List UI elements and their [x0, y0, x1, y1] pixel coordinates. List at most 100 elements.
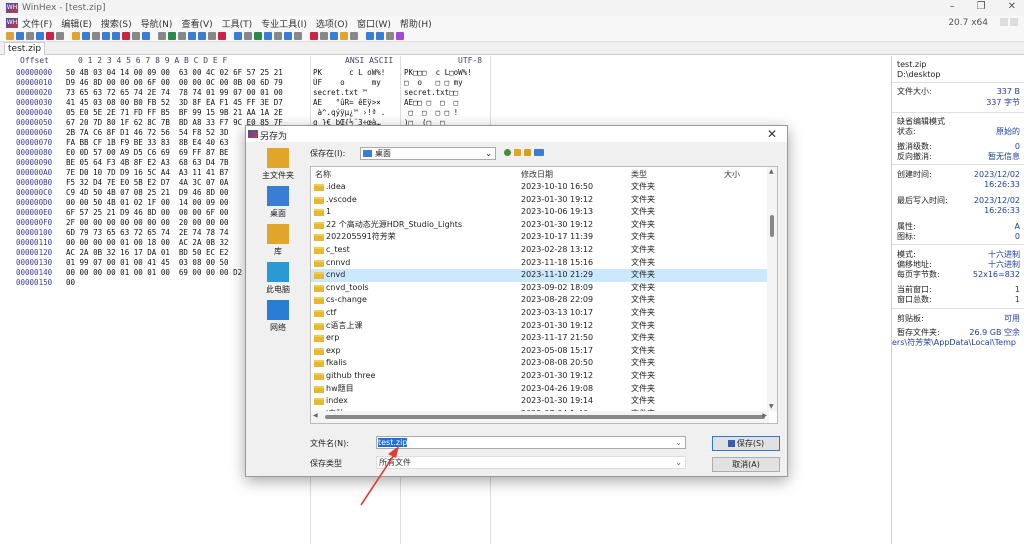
- hex-row-offset[interactable]: 000000E0: [16, 208, 52, 218]
- toolbar-button-icon[interactable]: [168, 31, 176, 40]
- hex-row-bytes[interactable]: D9 46 8D 00 00 00 6F 00 00 00 0C 00 0B 0…: [66, 78, 283, 88]
- hex-row-ansi[interactable]: PK c L oW%!: [313, 68, 385, 78]
- view-menu-icon[interactable]: [534, 149, 544, 156]
- hex-row-offset[interactable]: 00000010: [16, 78, 52, 88]
- toolbar-button-icon[interactable]: [208, 31, 216, 40]
- file-row[interactable]: fkalis 2023-08-08 20:50 文件夹: [311, 357, 767, 370]
- toolbar-button-icon[interactable]: [6, 31, 14, 40]
- menu-edit[interactable]: 编辑(E): [61, 17, 92, 30]
- toolbar-button-icon[interactable]: [234, 31, 242, 40]
- hex-row-offset[interactable]: 000000B0: [16, 178, 52, 188]
- close-window-button[interactable]: ✕: [1008, 1, 1016, 12]
- toolbar-button-icon[interactable]: [330, 31, 338, 40]
- hex-row-offset[interactable]: 000000C0: [16, 188, 52, 198]
- file-row[interactable]: c_test 2023-02-28 13:12 文件夹: [311, 244, 767, 257]
- toolbar-button-icon[interactable]: [284, 31, 292, 40]
- file-list[interactable]: 名称 修改日期 类型 大小 .idea 2023-10-10 16:50 文件夹 .v…: [310, 166, 778, 424]
- toolbar-button-icon[interactable]: [294, 31, 302, 40]
- hex-row-bytes[interactable]: 05 E0 5E 2E 71 FD FF B5 BF 99 15 9B 21 A…: [66, 108, 283, 118]
- file-row[interactable]: hw题目 2023-04-26 19:08 文件夹: [311, 383, 767, 396]
- place-item[interactable]: 网络: [250, 300, 306, 340]
- toolbar-button-icon[interactable]: [56, 31, 64, 40]
- file-row[interactable]: .idea 2023-10-10 16:50 文件夹: [311, 181, 767, 194]
- toolbar-button-icon[interactable]: [122, 31, 130, 40]
- toolbar-button-icon[interactable]: [16, 31, 24, 40]
- file-row[interactable]: exp 2023-05-08 15:17 文件夹: [311, 345, 767, 358]
- scroll-up-icon[interactable]: ▲: [769, 168, 774, 175]
- toolbar-button-icon[interactable]: [264, 31, 272, 40]
- filename-input[interactable]: test.zip ⌄: [376, 436, 686, 449]
- hex-row-offset[interactable]: 000000D0: [16, 198, 52, 208]
- hex-row-bytes[interactable]: 2B 7A C6 8F D1 46 72 56 54 F8 52 3D: [66, 128, 229, 138]
- hex-row-ansi[interactable]: à^.qýÿµ¿™ ›!ª .: [313, 108, 386, 118]
- hex-row-bytes[interactable]: 00 00 50 4B 01 02 1F 00 14 00 09 00: [66, 198, 229, 208]
- hex-row-offset[interactable]: 00000000: [16, 68, 52, 78]
- scroll-thumb[interactable]: [325, 415, 765, 419]
- column-date[interactable]: 修改日期: [521, 169, 553, 180]
- hex-row-bytes[interactable]: 00: [66, 278, 75, 288]
- vertical-scrollbar[interactable]: ▲ ▼: [767, 167, 777, 411]
- cancel-button[interactable]: 取消(A): [712, 457, 780, 472]
- hex-row-utf8[interactable]: secret.txt□□: [404, 88, 458, 98]
- menu-file[interactable]: 文件(F): [22, 17, 52, 30]
- save-in-combo[interactable]: 桌面 ⌄: [360, 147, 496, 160]
- file-row[interactable]: cs-change 2023-08-28 22:09 文件夹: [311, 294, 767, 307]
- hex-row-ansi[interactable]: ÙF o my: [313, 78, 381, 88]
- scroll-thumb[interactable]: [770, 215, 774, 237]
- toolbar-button-icon[interactable]: [26, 31, 34, 40]
- toolbar-button-icon[interactable]: [320, 31, 328, 40]
- new-folder-icon[interactable]: [524, 149, 531, 156]
- toolbar-button-icon[interactable]: [340, 31, 348, 40]
- hex-row-offset[interactable]: 00000050: [16, 118, 52, 128]
- place-item[interactable]: 此电脑: [250, 262, 306, 302]
- hex-row-offset[interactable]: 00000120: [16, 248, 52, 258]
- file-row[interactable]: c语言上课 2023-01-30 19:12 文件夹: [311, 320, 767, 333]
- toolbar-button-icon[interactable]: [132, 31, 140, 40]
- menu-navigation[interactable]: 导航(N): [141, 17, 173, 30]
- hex-row-offset[interactable]: 000000A0: [16, 168, 52, 178]
- menu-specialist-tools[interactable]: 专业工具(I): [261, 17, 307, 30]
- hex-row-bytes[interactable]: BE 05 64 F3 4B 8F E2 A3 68 63 D4 7B: [66, 158, 229, 168]
- hex-row-offset[interactable]: 00000110: [16, 238, 52, 248]
- hex-row-offset[interactable]: 00000070: [16, 138, 52, 148]
- toolbar-button-icon[interactable]: [46, 31, 54, 40]
- hex-row-offset[interactable]: 00000130: [16, 258, 52, 268]
- toolbar-button-icon[interactable]: [218, 31, 226, 40]
- file-row[interactable]: cnvd 2023-11-10 21:29 文件夹: [311, 269, 767, 282]
- toolbar-button-icon[interactable]: [254, 31, 262, 40]
- toolbar-button-icon[interactable]: [386, 31, 394, 40]
- hex-row-bytes[interactable]: 00 00 00 00 01 00 01 00 69 00 00 00 D2: [66, 268, 242, 278]
- file-row[interactable]: cnvd_tools 2023-09-02 18:09 文件夹: [311, 282, 767, 295]
- menu-search[interactable]: 搜索(S): [101, 17, 132, 30]
- toolbar-button-icon[interactable]: [158, 31, 166, 40]
- hex-row-offset[interactable]: 00000040: [16, 108, 52, 118]
- hex-row-utf8[interactable]: AE□□ □ □ □: [404, 98, 458, 108]
- toolbar-button-icon[interactable]: [244, 31, 252, 40]
- file-row[interactable]: ctf 2023-03-13 10:17 文件夹: [311, 307, 767, 320]
- place-item[interactable]: 主文件夹: [250, 148, 306, 188]
- hex-row-bytes[interactable]: F5 32 D4 7E E0 5B E2 D7 4A 3C 07 0A: [66, 178, 229, 188]
- file-row[interactable]: .vscode 2023-01-30 19:12 文件夹: [311, 194, 767, 207]
- hex-row-utf8[interactable]: □ □ □ □ !: [404, 108, 459, 118]
- toolbar-button-icon[interactable]: [92, 31, 100, 40]
- toolbar-button-icon[interactable]: [142, 31, 150, 40]
- place-item[interactable]: 库: [250, 224, 306, 264]
- column-size[interactable]: 大小: [724, 169, 740, 180]
- up-folder-icon[interactable]: [514, 149, 521, 156]
- toolbar-button-icon[interactable]: [396, 31, 404, 40]
- hex-row-offset[interactable]: 00000020: [16, 88, 52, 98]
- scroll-left-icon[interactable]: ◀: [313, 412, 318, 419]
- hex-row-bytes[interactable]: 41 45 03 08 00 B0 FB 52 3D 8F EA F1 45 F…: [66, 98, 283, 108]
- file-row[interactable]: 202205591符芳荣 2023-10-17 11:39 文件夹: [311, 231, 767, 244]
- toolbar-button-icon[interactable]: [72, 31, 80, 40]
- hex-row-bytes[interactable]: 2F 00 00 00 00 00 00 00 20 00 00 00: [66, 218, 229, 228]
- hex-row-bytes[interactable]: C9 4D 50 4B 07 08 25 21 D9 46 8D 00: [66, 188, 229, 198]
- menu-options[interactable]: 选项(O): [316, 17, 348, 30]
- hex-row-bytes[interactable]: 00 00 00 00 01 00 18 00 AC 2A 0B 32: [66, 238, 229, 248]
- hex-row-bytes[interactable]: 6F 57 25 21 D9 46 8D 00 00 00 6F 00: [66, 208, 229, 218]
- file-row[interactable]: erp 2023-11-17 21:50 文件夹: [311, 332, 767, 345]
- doc-minimize-button[interactable]: [1000, 18, 1008, 26]
- column-name[interactable]: 名称: [315, 169, 331, 180]
- column-type[interactable]: 类型: [631, 169, 647, 180]
- file-row[interactable]: cnnvd 2023-11-18 15:16 文件夹: [311, 257, 767, 270]
